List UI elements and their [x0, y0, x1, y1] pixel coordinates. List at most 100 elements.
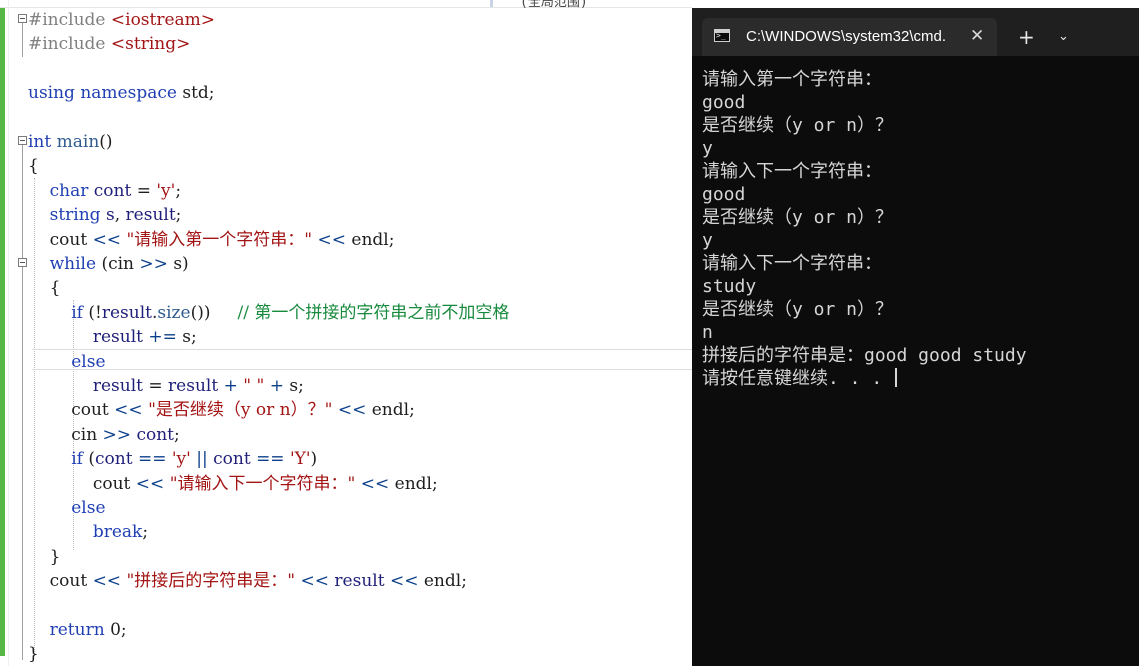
terminal-line-text: 是否继续（y or n）？ — [702, 299, 894, 320]
code-token: || — [196, 449, 208, 470]
code-token: } — [28, 644, 39, 665]
code-token: } — [28, 546, 61, 567]
terminal-line: good — [702, 183, 1132, 206]
cmd-terminal-icon — [714, 29, 730, 42]
code-line[interactable]: cin >> cont; — [28, 424, 180, 446]
code-line[interactable]: } — [28, 546, 61, 568]
code-line[interactable]: { — [28, 155, 39, 177]
terminal-line-text: 请输入第一个字符串： — [702, 69, 882, 90]
terminal-line: study — [702, 275, 1132, 298]
code-line[interactable]: cout << "请输入第一个字符串：" << endl; — [28, 229, 395, 251]
code-line[interactable]: using namespace std; — [28, 82, 215, 104]
fold-toggle-icon[interactable] — [18, 258, 27, 267]
terminal-line-text: y — [702, 138, 713, 159]
close-icon[interactable]: ✕ — [970, 26, 984, 46]
code-line[interactable]: else — [28, 497, 105, 519]
terminal-line: 是否继续（y or n）？ — [702, 206, 1132, 229]
code-token: ; — [175, 180, 182, 201]
terminal-line: good — [702, 91, 1132, 114]
terminal-line: y — [702, 229, 1132, 252]
code-line[interactable]: char cont = 'y'; — [28, 180, 181, 202]
code-token: s; — [283, 376, 304, 396]
code-line[interactable]: #include <iostream> — [28, 9, 215, 31]
code-token: + — [269, 376, 284, 396]
terminal-line: 请输入第一个字符串： — [702, 68, 1132, 91]
code-token: 0; — [110, 620, 127, 640]
code-line[interactable]: if (!result.size()) // 第一个拼接的字符串之前不加空格 — [28, 302, 509, 324]
code-token: result — [101, 302, 152, 323]
fold-range-line — [22, 145, 23, 660]
code-token: string — [28, 205, 106, 226]
code-line[interactable]: cout << "拼接后的字符串是：" << result << endl; — [28, 570, 467, 592]
code-token: s) — [167, 254, 189, 274]
code-token: cout — [28, 473, 136, 494]
code-line[interactable]: } — [28, 643, 39, 665]
terminal-tab[interactable]: C:\WINDOWS\system32\cmd. ✕ — [702, 18, 997, 56]
code-token: (! — [88, 302, 102, 323]
fold-range-line — [22, 23, 23, 57]
code-token: endl; — [346, 229, 395, 250]
terminal-line: n — [702, 321, 1132, 344]
code-line[interactable]: result += s; — [28, 326, 197, 348]
code-token: result — [125, 205, 176, 226]
code-token: ; — [175, 205, 182, 226]
scope-dropdown-label[interactable]: (全局范围) — [520, 0, 588, 10]
code-token: result — [168, 376, 219, 396]
code-token: () — [99, 132, 113, 152]
code-line[interactable]: return 0; — [28, 619, 127, 641]
code-token: "请输入下一个字符串：" — [164, 473, 361, 494]
code-token: result — [28, 376, 143, 396]
code-line[interactable]: while (cin >> s) — [28, 253, 189, 275]
code-token: result — [334, 571, 385, 592]
code-line[interactable]: cout << "是否继续（y or n）？" << endl; — [28, 399, 415, 421]
code-line[interactable]: #include <string> — [28, 33, 190, 55]
fold-toggle-icon[interactable] — [18, 136, 27, 145]
code-token: endl; — [418, 571, 467, 592]
code-token: 'y' — [171, 449, 191, 470]
terminal-line-text: n — [702, 322, 713, 343]
code-token: "拼接后的字符串是：" — [121, 571, 301, 592]
fold-toggle-icon[interactable] — [18, 14, 27, 23]
code-line[interactable]: string s, result; — [28, 204, 182, 226]
code-editor[interactable]: (全局范围) #include <iostream> #include <stri… — [0, 0, 692, 666]
change-indicator-bar — [0, 8, 5, 656]
code-token: << — [300, 571, 330, 592]
gutter-divider — [8, 0, 9, 666]
code-token: ; — [174, 424, 180, 445]
code-token: << — [135, 473, 165, 494]
code-token: 'Y' — [289, 449, 311, 470]
terminal-line-text: 请输入下一个字符串： — [702, 161, 882, 182]
code-line[interactable]: if (cont == 'y' || cont == 'Y') — [28, 448, 317, 470]
terminal-window[interactable]: C:\WINDOWS\system32\cmd. ✕ + ⌄ 请输入第一个字符串… — [692, 8, 1139, 666]
code-token: result — [28, 327, 143, 348]
code-token: cout — [28, 400, 115, 421]
code-token: += — [148, 327, 177, 348]
code-token: <string> — [110, 34, 191, 55]
code-token: endl; — [389, 473, 438, 494]
code-line[interactable]: cout << "请输入下一个字符串：" << endl; — [28, 473, 438, 495]
code-token: << — [114, 400, 143, 421]
code-line[interactable]: { — [28, 277, 61, 299]
terminal-line-text: 是否继续（y or n）？ — [702, 207, 894, 228]
terminal-line: 请输入下一个字符串： — [702, 252, 1132, 275]
terminal-line-text: 是否继续（y or n）？ — [702, 115, 894, 136]
new-tab-button[interactable]: + — [1018, 27, 1035, 47]
terminal-line: y — [702, 137, 1132, 160]
code-token: // 第一个拼接的字符串之前不加空格 — [237, 302, 510, 323]
code-line[interactable]: else — [28, 351, 105, 373]
code-token: >> — [102, 424, 132, 445]
chevron-down-icon[interactable]: ⌄ — [1058, 30, 1069, 44]
code-token: endl; — [366, 400, 415, 421]
code-token: (cin — [101, 254, 140, 274]
code-token: { — [28, 278, 61, 299]
text-cursor — [895, 368, 898, 387]
terminal-line-text: 请输入下一个字符串： — [702, 253, 882, 274]
code-line[interactable]: result = result + " " + s; — [28, 375, 304, 397]
code-token: << — [317, 229, 347, 250]
code-line[interactable]: int main() — [28, 131, 113, 153]
code-token: main — [56, 132, 100, 152]
code-token: >> — [139, 254, 168, 274]
terminal-output[interactable]: 请输入第一个字符串： good 是否继续（y or n）？ y 请输入下一个字符串： go… — [702, 68, 1132, 390]
code-line[interactable]: break; — [28, 521, 148, 543]
code-token: << — [92, 571, 122, 592]
